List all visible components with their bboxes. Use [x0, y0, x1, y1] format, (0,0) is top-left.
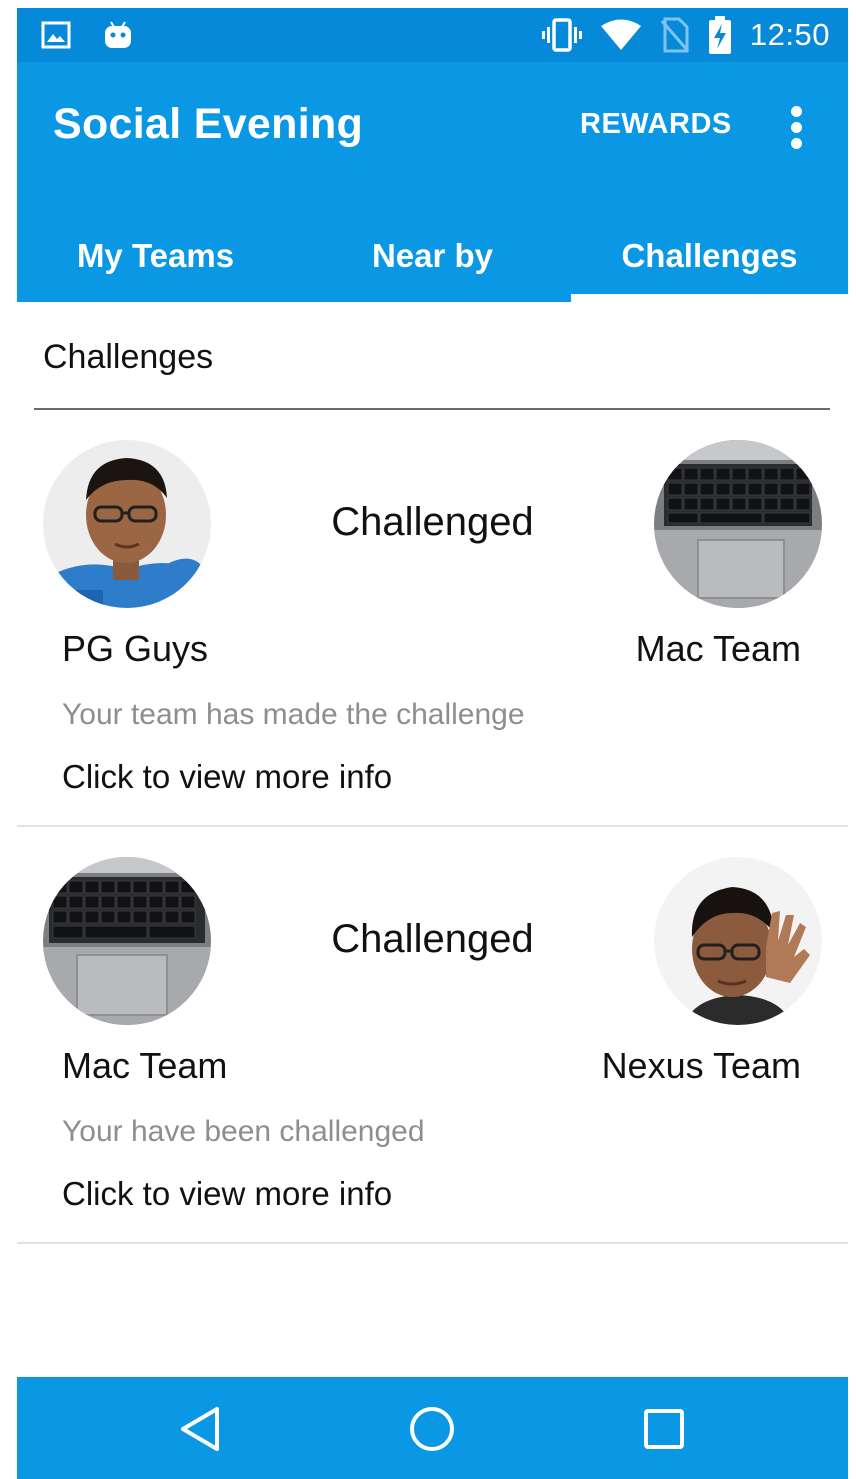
tab-challenges[interactable]: Challenges	[571, 222, 848, 302]
recents-icon[interactable]	[638, 1403, 690, 1455]
app-bar: Social Evening REWARDS My Teams Near by …	[17, 62, 848, 302]
rewards-button[interactable]: REWARDS	[580, 108, 732, 141]
right-team-name: Mac Team	[635, 628, 801, 669]
tab-label: Near by	[371, 237, 494, 274]
left-team-name: Mac Team	[62, 1045, 228, 1086]
person-waving-avatar	[654, 857, 822, 1025]
vibrate-icon	[541, 18, 582, 52]
view-more-info-link[interactable]: Click to view more info	[62, 758, 392, 796]
card-divider	[17, 825, 848, 827]
wifi-icon	[600, 19, 641, 50]
tab-label: Challenges	[621, 237, 798, 274]
no-sim-icon	[660, 17, 690, 53]
battery-charging-icon	[708, 16, 731, 54]
keyboard-avatar	[654, 440, 822, 608]
view-more-info-link[interactable]: Click to view more info	[62, 1175, 392, 1213]
image-icon	[41, 21, 71, 49]
back-icon[interactable]	[175, 1403, 227, 1455]
status-bar: 12:50	[17, 8, 848, 62]
more-vert-icon[interactable]	[783, 106, 811, 150]
navigation-bar	[17, 1377, 848, 1479]
right-team-name: Nexus Team	[601, 1045, 801, 1086]
active-tab-indicator	[571, 294, 848, 302]
card-divider	[17, 1242, 848, 1244]
home-icon[interactable]	[406, 1403, 458, 1455]
challenge-status: Your have been challenged	[62, 1115, 425, 1148]
app-title: Social Evening	[53, 100, 364, 148]
tab-label: My Teams	[76, 237, 235, 274]
left-team-name: PG Guys	[62, 628, 209, 669]
app-screen: 12:50 Social Evening REWARDS My Teams Ne…	[17, 8, 848, 1479]
tab-bar: My Teams Near by Challenges	[17, 222, 848, 302]
section-header: Challenges	[43, 338, 214, 376]
tab-my-teams[interactable]: My Teams	[17, 222, 294, 302]
challenge-card[interactable]: Challenged PG Guys Mac Team Your team ha…	[17, 418, 848, 806]
status-time: 12:50	[749, 17, 830, 52]
section-divider	[34, 408, 830, 410]
android-icon	[105, 21, 131, 48]
tab-near-by[interactable]: Near by	[294, 222, 571, 302]
challenge-status: Your team has made the challenge	[62, 698, 525, 731]
challenge-card[interactable]: Challenged Mac Team Nexus Team Your have…	[17, 835, 848, 1223]
